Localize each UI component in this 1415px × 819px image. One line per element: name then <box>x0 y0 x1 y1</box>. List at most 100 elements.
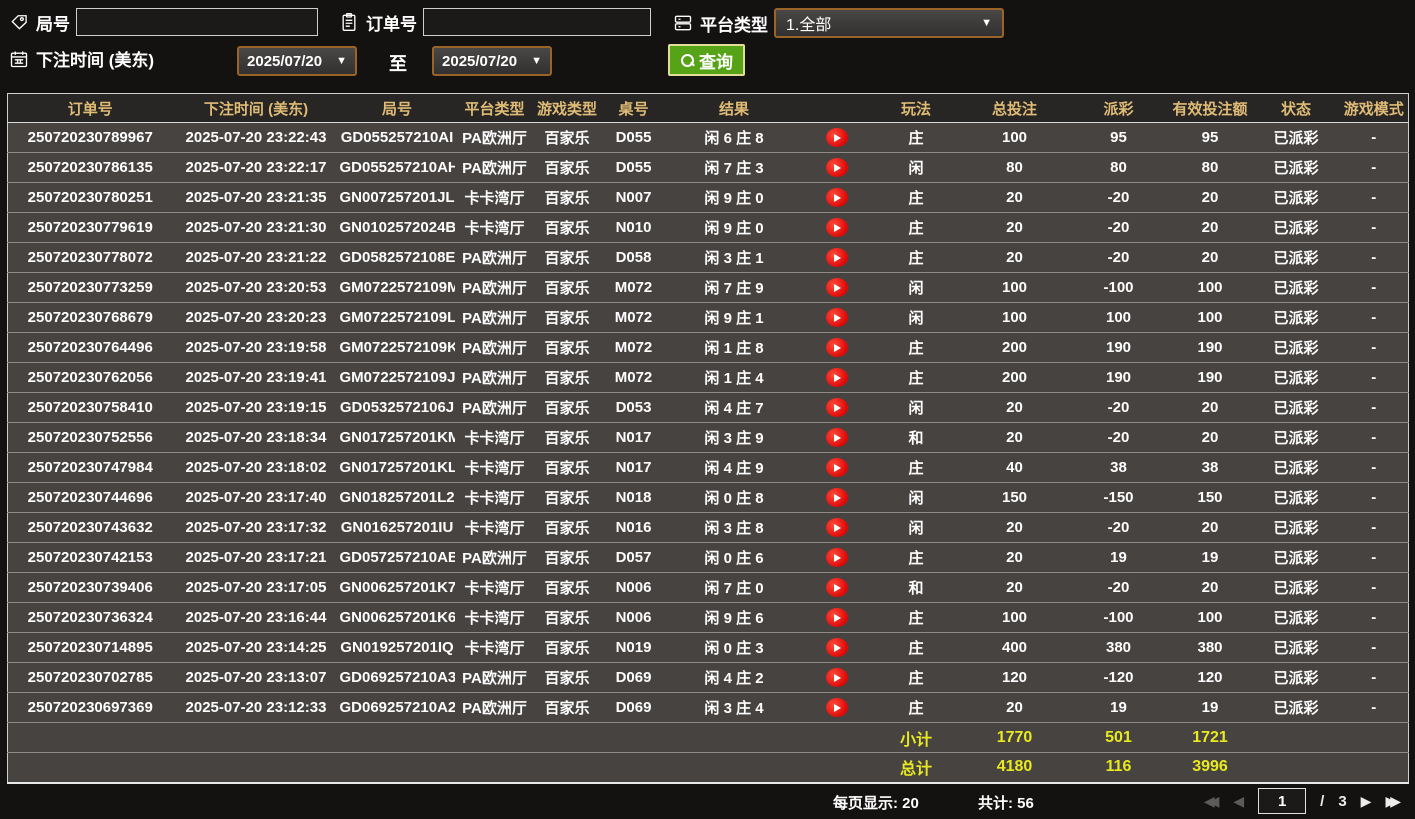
payout-cell: 38 <box>1069 452 1168 483</box>
payout-cell: -20 <box>1069 212 1168 243</box>
game-mode-cell: - <box>1339 182 1409 213</box>
replay-play-icon[interactable] <box>825 338 848 357</box>
clipboard-icon <box>338 11 360 33</box>
replay-play-icon[interactable] <box>825 518 848 537</box>
payout-cell: -20 <box>1069 572 1168 603</box>
game-no-cell: GN006257201K6 <box>339 602 455 633</box>
replay-play-icon[interactable] <box>825 398 848 417</box>
game-no-cell: GN006257201K7 <box>339 572 455 603</box>
table-row: 250720230697369 2025-07-20 23:12:33 GD0692… <box>7 692 1409 723</box>
valid-bet-cell: 380 <box>1167 632 1253 663</box>
replay-play-icon[interactable] <box>825 218 848 237</box>
empty-cell <box>454 752 535 784</box>
table-row: 250720230743632 2025-07-20 23:17:32 GN0162… <box>7 512 1409 543</box>
search-button-label: 查询 <box>699 52 733 72</box>
last-page-icon[interactable]: ▶▶ <box>1385 793 1401 810</box>
column-header-2: 局号 <box>339 93 455 123</box>
game-mode-cell: - <box>1339 242 1409 273</box>
valid-bet-cell: 20 <box>1167 242 1253 273</box>
empty-cell <box>800 752 873 784</box>
date-from-select[interactable]: 2025/07/20 ▼ <box>237 46 357 76</box>
total-bet-cell: 20 <box>959 542 1070 573</box>
platform-cell: 卡卡湾厅 <box>454 512 535 543</box>
table-no-cell: M072 <box>599 332 668 363</box>
replay-play-icon[interactable] <box>825 158 848 177</box>
replay-play-icon[interactable] <box>825 128 848 147</box>
column-header-12: 状态 <box>1252 93 1340 123</box>
game-no-cell: GN017257201KL <box>339 452 455 483</box>
date-to-select[interactable]: 2025/07/20 ▼ <box>432 46 552 76</box>
current-page-input[interactable] <box>1258 788 1307 814</box>
bet-time-cell: 2025-07-20 23:22:17 <box>172 152 340 183</box>
replay-play-icon[interactable] <box>825 548 848 567</box>
replay-play-icon[interactable] <box>825 308 848 327</box>
replay-play-icon[interactable] <box>825 698 848 717</box>
replay-play-icon[interactable] <box>825 428 848 447</box>
table-no-cell: N018 <box>599 482 668 513</box>
status-cell: 已派彩 <box>1252 242 1340 273</box>
replay-cell <box>800 272 873 303</box>
search-button[interactable]: 查询 <box>668 44 745 76</box>
replay-play-icon[interactable] <box>825 488 848 507</box>
payout-cell: 100 <box>1069 302 1168 333</box>
empty-cell <box>1252 722 1340 753</box>
game-type-cell: 百家乐 <box>534 302 600 333</box>
replay-play-icon[interactable] <box>825 638 848 657</box>
status-cell: 已派彩 <box>1252 422 1340 453</box>
table-no-cell: D053 <box>599 392 668 423</box>
valid-bet-cell: 20 <box>1167 212 1253 243</box>
first-page-icon[interactable]: ◀◀ <box>1204 793 1220 810</box>
bet-option-cell: 庄 <box>872 122 960 153</box>
table-no-cell: M072 <box>599 302 668 333</box>
total-bet-cell: 20 <box>959 392 1070 423</box>
payout-cell: -20 <box>1069 242 1168 273</box>
replay-play-icon[interactable] <box>825 608 848 627</box>
payout-cell: -20 <box>1069 392 1168 423</box>
total-bet-cell: 150 <box>959 482 1070 513</box>
column-header-3: 平台类型 <box>454 93 535 123</box>
status-cell: 已派彩 <box>1252 302 1340 333</box>
previous-page-icon[interactable]: ◀ <box>1233 793 1244 810</box>
chevron-down-icon: ▼ <box>981 17 992 29</box>
game-no-cell: GN007257201JL <box>339 182 455 213</box>
order-no-cell: 250720230743632 <box>7 512 173 543</box>
replay-play-icon[interactable] <box>825 278 848 297</box>
game-type-cell: 百家乐 <box>534 362 600 393</box>
date-to-value: 2025/07/20 <box>442 52 518 70</box>
bet-option-cell: 闲 <box>872 302 960 333</box>
bet-time-cell: 2025-07-20 23:18:02 <box>172 452 340 483</box>
order-no-cell: 250720230714895 <box>7 632 173 663</box>
empty-cell <box>1252 752 1340 784</box>
status-cell: 已派彩 <box>1252 152 1340 183</box>
bet-option-cell: 庄 <box>872 182 960 213</box>
valid-bet-cell: 150 <box>1167 482 1253 513</box>
bet-time-filter: 下注时间 (美东) <box>8 46 154 71</box>
replay-play-icon[interactable] <box>825 458 848 477</box>
game-type-cell: 百家乐 <box>534 392 600 423</box>
subtotal-payout: 501 <box>1069 722 1168 753</box>
next-page-icon[interactable]: ▶ <box>1361 793 1372 810</box>
empty-cell <box>599 752 668 784</box>
payout-cell: -150 <box>1069 482 1168 513</box>
game-no-input[interactable] <box>76 8 318 36</box>
replay-play-icon[interactable] <box>825 248 848 267</box>
replay-cell <box>800 122 873 153</box>
game-no-filter: 局号 <box>8 8 318 36</box>
platform-cell: 卡卡湾厅 <box>454 182 535 213</box>
result-cell: 闲 0 庄 3 <box>667 632 801 663</box>
replay-play-icon[interactable] <box>825 668 848 687</box>
order-no-cell: 250720230779619 <box>7 212 173 243</box>
bet-option-cell: 庄 <box>872 452 960 483</box>
replay-play-icon[interactable] <box>825 578 848 597</box>
replay-play-icon[interactable] <box>825 188 848 207</box>
order-no-input[interactable] <box>423 8 651 36</box>
result-cell: 闲 0 庄 8 <box>667 482 801 513</box>
total-bet-cell: 40 <box>959 452 1070 483</box>
replay-play-icon[interactable] <box>825 368 848 387</box>
bet-time-cell: 2025-07-20 23:19:41 <box>172 362 340 393</box>
platform-type-select[interactable]: 1.全部 ▼ <box>774 8 1004 38</box>
platform-cell: 卡卡湾厅 <box>454 632 535 663</box>
subtotal-label: 小计 <box>872 722 960 753</box>
bet-time-cell: 2025-07-20 23:19:15 <box>172 392 340 423</box>
page-separator: / <box>1320 792 1325 810</box>
